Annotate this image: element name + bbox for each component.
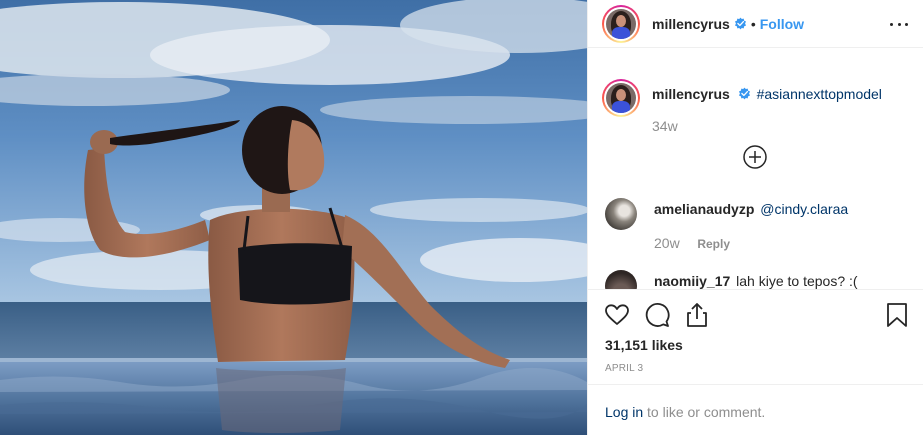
- caption-author-avatar[interactable]: [602, 79, 640, 117]
- comment-icon[interactable]: [644, 302, 670, 328]
- comment-mention[interactable]: @cindy.claraa: [760, 201, 848, 217]
- comments-list[interactable]: millencyrus #asiannexttopmodel 34w ameli…: [588, 48, 923, 289]
- commenter-avatar[interactable]: [605, 198, 637, 230]
- header-separator: •: [750, 15, 756, 32]
- comment-text: lah kiye to tepos? :(: [736, 273, 858, 289]
- caption-hashtag[interactable]: #asiannexttopmodel: [757, 86, 882, 102]
- post-header: millencyrus • Follow: [588, 0, 923, 48]
- post-date[interactable]: APRIL 3: [605, 363, 643, 374]
- comment-item: naomiiy_17 lah kiye to tepos? :(: [605, 270, 858, 289]
- verified-badge-icon: [738, 87, 750, 100]
- commenter-avatar[interactable]: [605, 270, 637, 289]
- caption-time[interactable]: 34w: [652, 118, 882, 134]
- login-prompt-text: to like or comment.: [643, 404, 766, 420]
- photo-woman-infinity-pool: [0, 0, 587, 435]
- commenter-username[interactable]: naomiiy_17: [654, 273, 730, 289]
- comment-item: amelianaudyzp @cindy.claraa 20w Reply: [605, 198, 848, 251]
- reply-button[interactable]: Reply: [697, 237, 730, 251]
- heart-icon[interactable]: [604, 302, 630, 328]
- comment-time[interactable]: 20w: [654, 235, 680, 251]
- bookmark-icon[interactable]: [884, 302, 910, 328]
- post-photo[interactable]: [0, 0, 587, 435]
- likes-count[interactable]: 31,151 likes: [605, 337, 683, 353]
- login-prompt: Log in to like or comment.: [588, 384, 923, 435]
- load-more-comments-icon[interactable]: [742, 144, 768, 170]
- author-username[interactable]: millencyrus: [652, 16, 730, 32]
- post-side-panel: millencyrus • Follow millencyrus #asiann…: [587, 0, 923, 435]
- more-options-icon[interactable]: [890, 16, 908, 32]
- post-actions: 31,151 likes APRIL 3 Log in to like or c…: [588, 289, 923, 435]
- post-caption: millencyrus #asiannexttopmodel 34w: [602, 79, 882, 134]
- follow-button[interactable]: Follow: [760, 16, 804, 32]
- login-link[interactable]: Log in: [605, 404, 643, 420]
- caption-username[interactable]: millencyrus: [652, 86, 730, 102]
- verified-badge-icon: [734, 17, 746, 30]
- instagram-post: millencyrus • Follow millencyrus #asiann…: [0, 0, 923, 435]
- share-icon[interactable]: [684, 302, 710, 328]
- author-avatar[interactable]: [602, 4, 640, 43]
- commenter-username[interactable]: amelianaudyzp: [654, 201, 754, 217]
